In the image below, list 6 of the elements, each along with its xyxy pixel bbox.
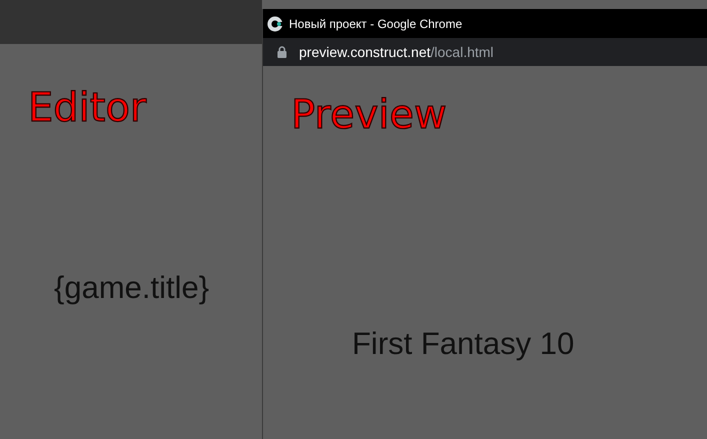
app-icon: [267, 16, 283, 32]
window-title: Новый проект - Google Chrome: [289, 16, 462, 30]
preview-label: Preview: [291, 95, 447, 135]
game-title-text: First Fantasy 10: [352, 328, 574, 359]
editor-label: Editor: [28, 88, 146, 128]
text-object: {game.title}: [54, 272, 210, 303]
